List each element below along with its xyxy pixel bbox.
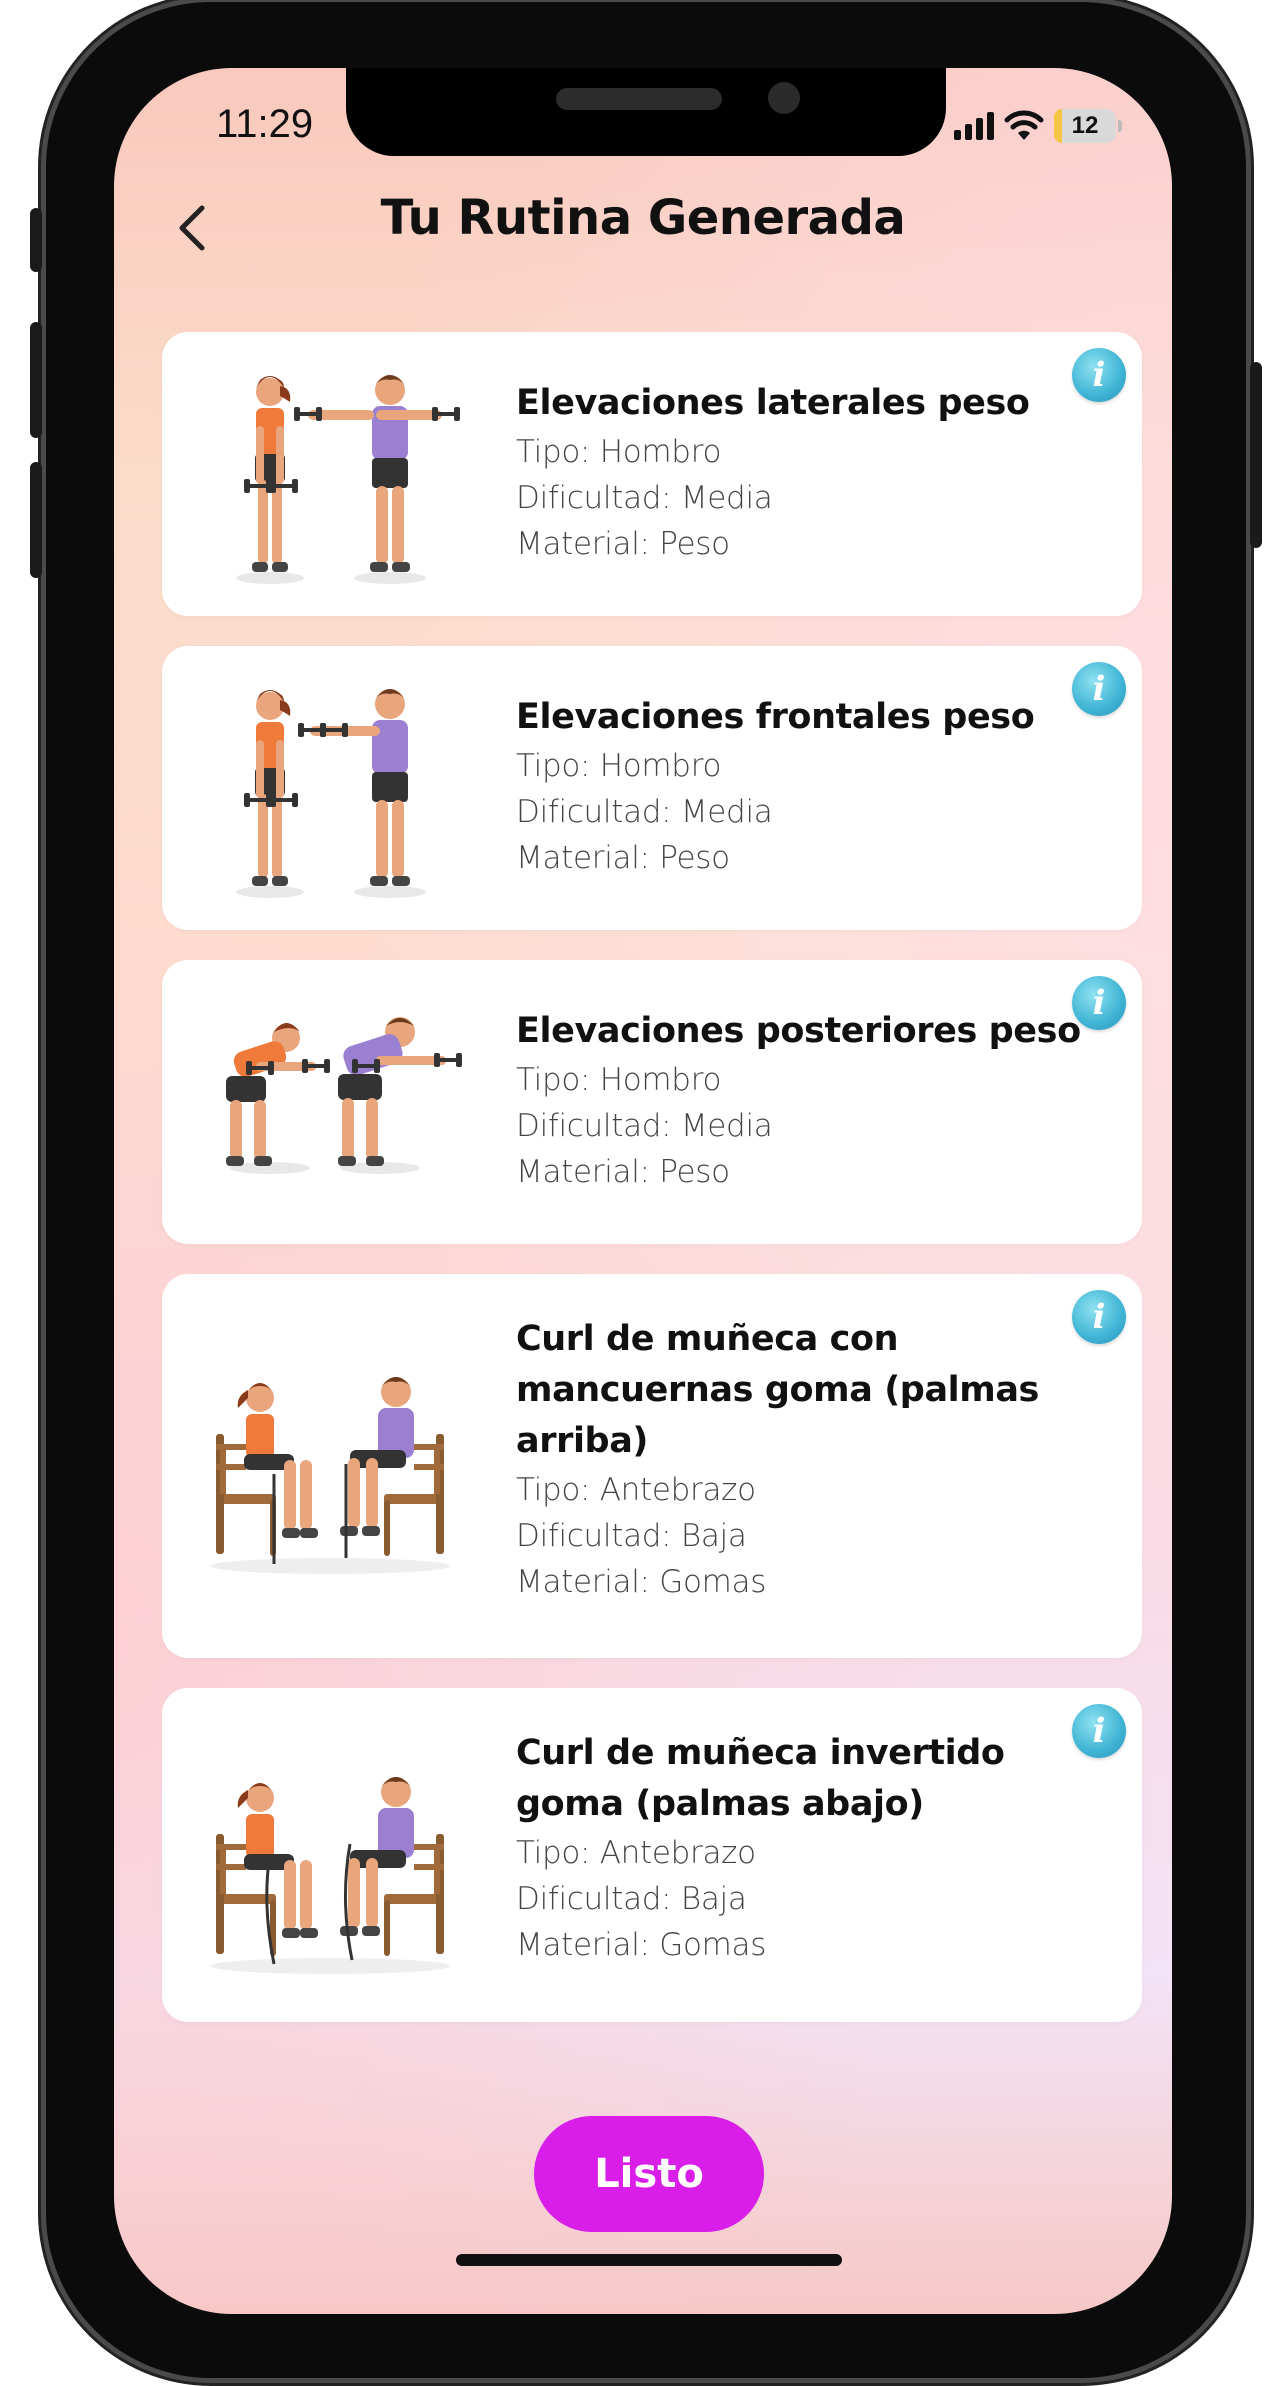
exercise-material: Material: Peso — [516, 1154, 730, 1190]
power-button — [1250, 362, 1262, 548]
exercise-name: Curl de muñeca con mancuernas goma (palm… — [516, 1319, 1039, 1461]
exercise-card[interactable]: Curl de muñeca invertido goma (palmas ab… — [162, 1688, 1142, 2022]
notch — [346, 68, 946, 156]
exercise-material: Material: Gomas — [516, 1564, 767, 1600]
exercise-difficulty: Dificultad: Baja — [516, 1881, 747, 1917]
volume-down-button — [30, 462, 42, 578]
exercise-illustration — [226, 1017, 462, 1174]
battery-level: 12 — [1071, 112, 1099, 139]
front-camera — [768, 82, 800, 114]
done-button[interactable]: Listo — [534, 2116, 764, 2232]
app-screen: 11:29 12 Tu Rutina Generada Elevaciones … — [114, 68, 1172, 2314]
page-title: Tu Rutina Generada — [380, 190, 906, 246]
exercise-card[interactable]: Elevaciones laterales peso Tipo: Hombro … — [162, 332, 1142, 616]
exercise-difficulty: Dificultad: Media — [516, 480, 773, 516]
silent-switch — [30, 208, 42, 272]
status-time: 11:29 — [216, 102, 314, 146]
exercise-illustration — [236, 689, 426, 898]
exercise-name: Elevaciones posteriores peso — [516, 1011, 1081, 1051]
exercise-difficulty: Dificultad: Media — [516, 1108, 773, 1144]
exercise-type: Tipo: Hombro — [516, 434, 722, 470]
info-icon[interactable]: i — [1072, 1290, 1126, 1344]
info-icon[interactable]: i — [1072, 1704, 1126, 1758]
exercise-difficulty: Dificultad: Media — [516, 794, 773, 830]
exercise-name: Curl de muñeca invertido goma (palmas ab… — [516, 1733, 1005, 1824]
speaker — [556, 88, 722, 110]
exercise-illustration — [236, 375, 460, 584]
home-indicator — [456, 2254, 842, 2266]
info-icon[interactable]: i — [1072, 976, 1126, 1030]
wifi-icon — [1004, 110, 1044, 140]
exercise-card[interactable]: Elevaciones frontales peso Tipo: Hombro … — [162, 646, 1142, 930]
signal-icon — [954, 112, 994, 140]
exercise-name: Elevaciones frontales peso — [516, 697, 1035, 737]
exercise-difficulty: Dificultad: Baja — [516, 1518, 747, 1554]
info-icon[interactable]: i — [1072, 348, 1126, 402]
exercise-name: Elevaciones laterales peso — [516, 383, 1030, 423]
exercise-illustration — [210, 1377, 450, 1574]
exercise-type: Tipo: Antebrazo — [516, 1472, 756, 1508]
info-icon[interactable]: i — [1072, 662, 1126, 716]
exercise-illustration — [210, 1777, 450, 1974]
exercise-material: Material: Gomas — [516, 1927, 767, 1963]
exercise-material: Material: Peso — [516, 526, 730, 562]
exercise-card[interactable]: Elevaciones posteriores peso Tipo: Hombr… — [162, 960, 1142, 1244]
exercise-card[interactable]: Curl de muñeca con mancuernas goma (palm… — [162, 1274, 1142, 1658]
battery-icon: 12 — [1054, 109, 1122, 143]
volume-up-button — [30, 322, 42, 438]
exercise-material: Material: Peso — [516, 840, 730, 876]
exercise-type: Tipo: Antebrazo — [516, 1835, 756, 1871]
exercise-type: Tipo: Hombro — [516, 1062, 722, 1098]
status-icons: 12 — [954, 106, 1122, 146]
exercise-type: Tipo: Hombro — [516, 748, 722, 784]
